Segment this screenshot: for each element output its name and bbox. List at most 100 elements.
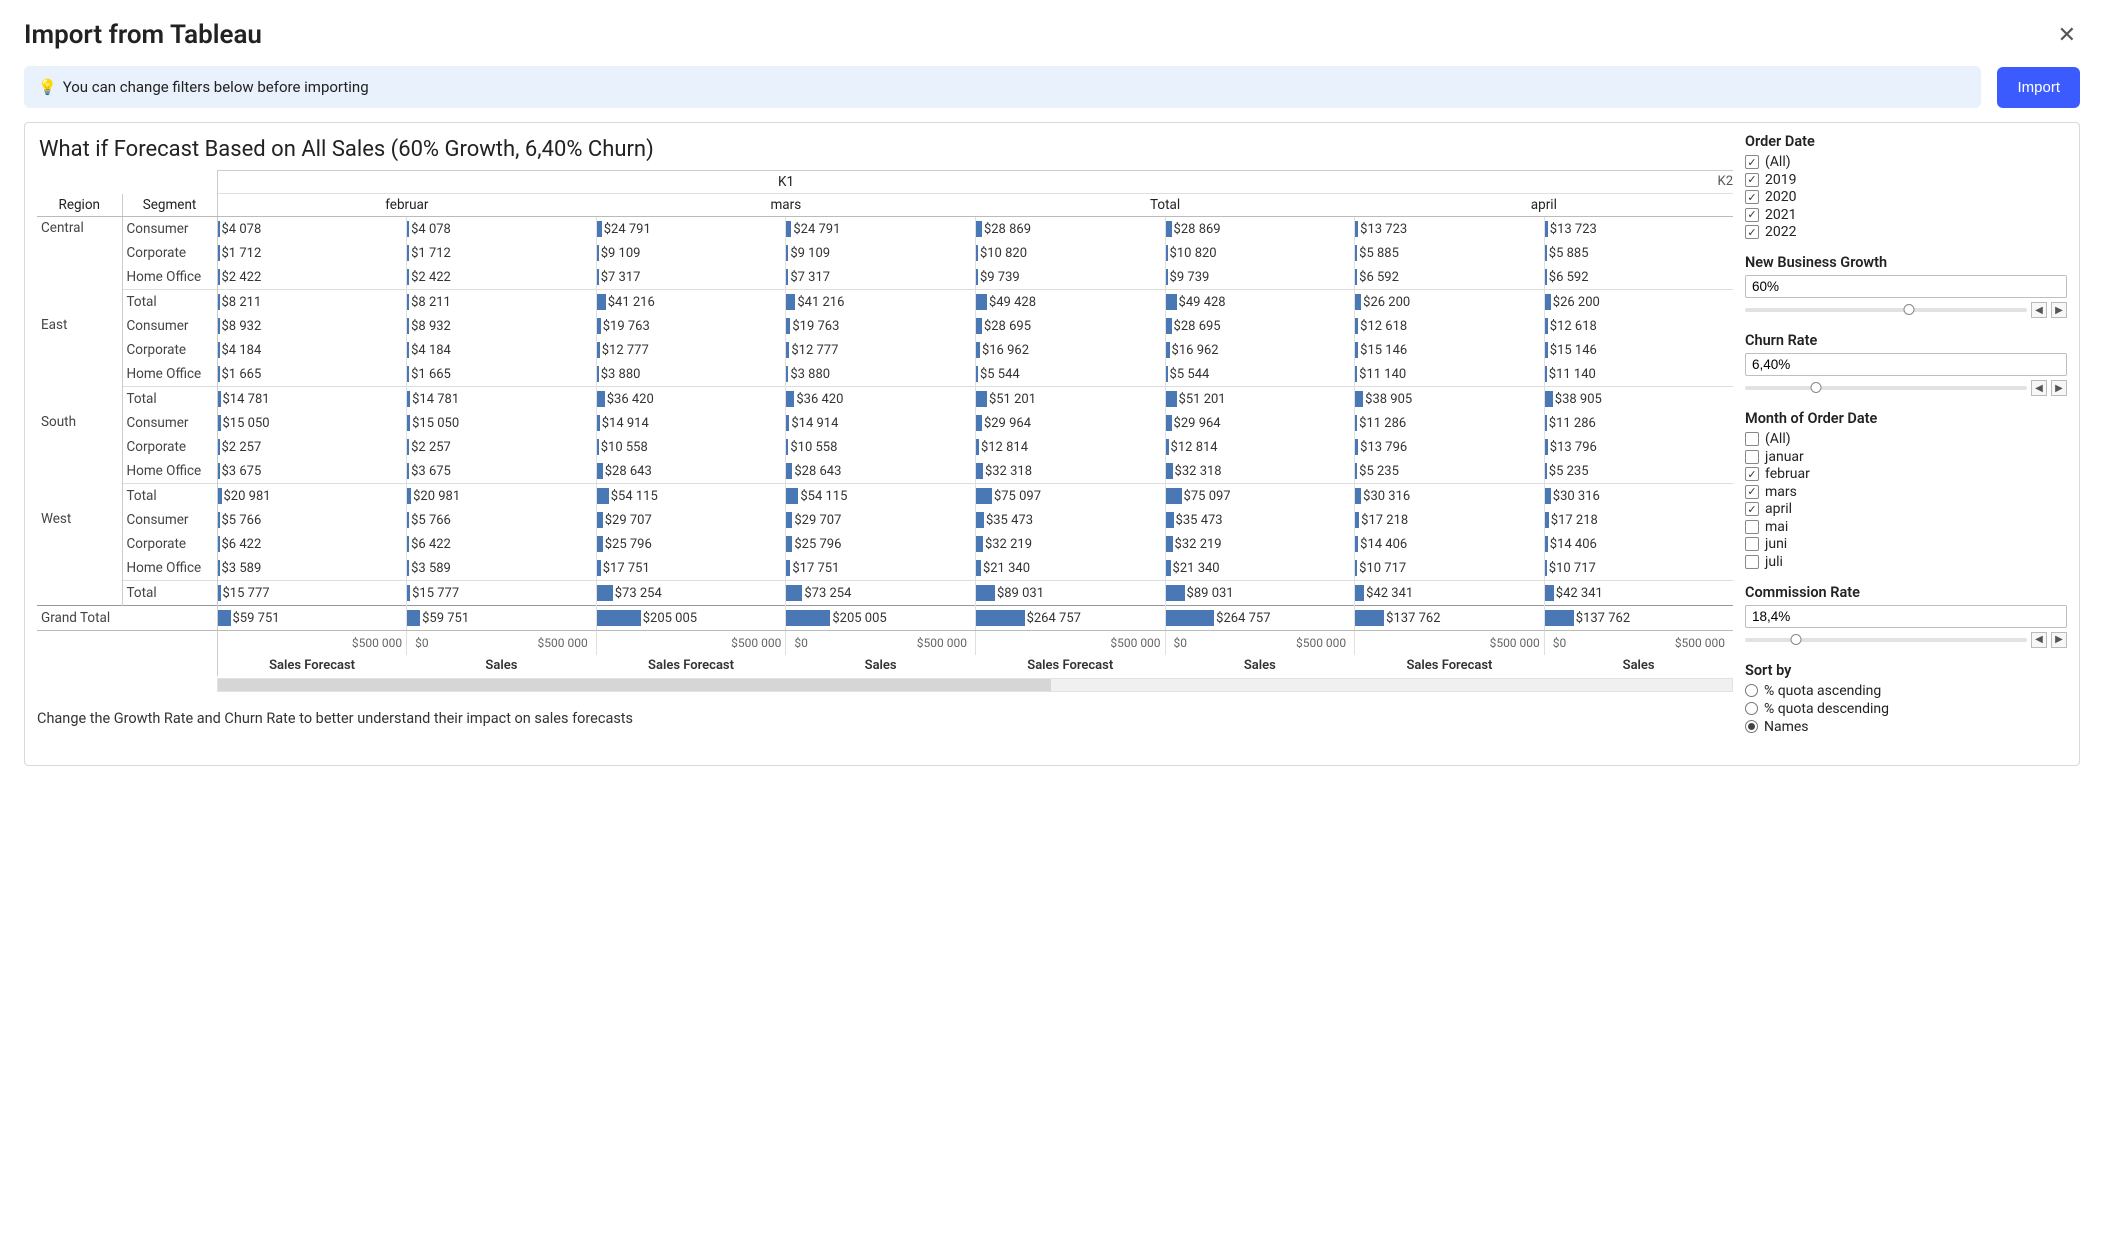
growth-next-button[interactable]: ▶ [2051, 302, 2067, 318]
month-item[interactable]: juni [1745, 536, 2067, 552]
bar-icon [976, 391, 987, 407]
value-cell: $10 558 [596, 435, 786, 459]
close-button[interactable]: ✕ [2054, 18, 2080, 52]
value-cell: $26 200 [1355, 290, 1545, 315]
value-text: $54 115 [798, 489, 847, 504]
value-text: $24 791 [791, 222, 840, 237]
churn-input[interactable] [1745, 353, 2067, 376]
churn-slider[interactable] [1745, 386, 2027, 390]
bar-icon [786, 294, 795, 310]
commission-prev-button[interactable]: ◀ [2031, 632, 2047, 648]
month-item[interactable]: januar [1745, 449, 2067, 465]
month-label: februar [1765, 466, 1810, 482]
table-row: Corporate$2 257$2 257$10 558$10 558$12 8… [37, 435, 1733, 459]
value-cell: $28 869 [1165, 217, 1355, 242]
horizontal-scrollbar[interactable] [217, 678, 1733, 692]
value-text: $73 254 [613, 586, 662, 601]
page-title: Import from Tableau [24, 20, 262, 50]
value-cell: $17 218 [1355, 508, 1545, 532]
value-cell: $35 473 [975, 508, 1165, 532]
month-item[interactable]: (All) [1745, 431, 2067, 447]
value-cell: $11 286 [1355, 411, 1545, 435]
info-text: You can change filters below before impo… [63, 78, 369, 96]
value-text: $89 031 [1185, 586, 1234, 601]
value-cell: $13 796 [1355, 435, 1545, 459]
import-button[interactable]: Import [1997, 67, 2080, 108]
value-cell: $7 317 [596, 265, 786, 290]
commission-next-button[interactable]: ▶ [2051, 632, 2067, 648]
month-item[interactable]: juli [1745, 554, 2067, 570]
value-cell: $6 422 [407, 532, 597, 556]
commission-slider[interactable] [1745, 638, 2027, 642]
month-header: februar [217, 194, 596, 217]
churn-prev-button[interactable]: ◀ [2031, 380, 2047, 396]
segment-cell: Total [122, 290, 217, 315]
bar-icon [976, 610, 1025, 626]
month-label: (All) [1765, 431, 1791, 447]
value-cell: $16 962 [975, 338, 1165, 362]
metric-label: Sales [786, 655, 976, 676]
value-text: $2 422 [409, 270, 451, 285]
value-cell: $5 885 [1544, 241, 1733, 265]
value-text: $5 235 [1357, 464, 1399, 479]
growth-input[interactable] [1745, 275, 2067, 298]
value-cell: $205 005 [596, 606, 786, 631]
segment-cell: Home Office [122, 265, 217, 290]
order-date-item[interactable]: 2019 [1745, 172, 2067, 188]
value-cell: $36 420 [596, 387, 786, 412]
sort-option[interactable]: % quota descending [1745, 701, 2067, 717]
month-item[interactable]: februar [1745, 466, 2067, 482]
value-text: $29 964 [982, 416, 1031, 431]
value-text: $11 286 [1547, 416, 1596, 431]
value-cell: $38 905 [1355, 387, 1545, 412]
order-date-item[interactable]: 2020 [1745, 189, 2067, 205]
checkbox-icon [1745, 450, 1759, 464]
month-item[interactable]: april [1745, 501, 2067, 517]
filter-title-growth: New Business Growth [1745, 254, 2067, 271]
value-cell: $4 078 [217, 217, 407, 242]
value-cell: $15 777 [407, 581, 597, 606]
order-date-item[interactable]: 2021 [1745, 207, 2067, 223]
value-text: $36 420 [794, 392, 843, 407]
grand-total-label: Grand Total [37, 606, 217, 631]
value-text: $12 777 [789, 343, 838, 358]
value-text: $42 341 [1554, 586, 1603, 601]
bar-icon [1166, 585, 1185, 601]
value-cell: $10 820 [975, 241, 1165, 265]
metric-label: Sales [407, 655, 597, 676]
axis-tick: $500 000 [975, 631, 1165, 656]
month-item[interactable]: mai [1745, 519, 2067, 535]
value-text: $5 766 [220, 513, 262, 528]
month-header: april [1355, 194, 1733, 217]
bar-icon [976, 488, 992, 504]
filter-sort: Sort by % quota ascending% quota descend… [1745, 662, 2067, 735]
growth-prev-button[interactable]: ◀ [2031, 302, 2047, 318]
month-item[interactable]: mars [1745, 484, 2067, 500]
value-cell: $19 763 [596, 314, 786, 338]
sort-option[interactable]: Names [1745, 719, 2067, 735]
value-text: $29 707 [792, 513, 841, 528]
growth-slider[interactable] [1745, 308, 2027, 312]
value-text: $6 422 [409, 537, 451, 552]
value-cell: $13 723 [1355, 217, 1545, 242]
value-text: $1 712 [220, 246, 262, 261]
value-text: $5 885 [1547, 246, 1589, 261]
value-text: $41 216 [606, 295, 655, 310]
sort-option[interactable]: % quota ascending [1745, 683, 2067, 699]
value-cell: $10 717 [1544, 556, 1733, 581]
scroll-thumb[interactable] [218, 679, 1051, 691]
commission-input[interactable] [1745, 605, 2067, 628]
order-date-item[interactable]: 2022 [1745, 224, 2067, 240]
value-text: $2 257 [409, 440, 451, 455]
value-text: $14 781 [410, 392, 459, 407]
data-table: K1RegionSegmentfebruarmarsTotalaprilCent… [37, 170, 1733, 676]
value-cell: $51 201 [975, 387, 1165, 412]
value-cell: $28 695 [975, 314, 1165, 338]
churn-next-button[interactable]: ▶ [2051, 380, 2067, 396]
value-cell: $4 184 [407, 338, 597, 362]
metric-label: Sales Forecast [596, 655, 786, 676]
order-date-item[interactable]: (All) [1745, 154, 2067, 170]
value-cell: $5 766 [407, 508, 597, 532]
month-label: januar [1765, 449, 1804, 465]
region-header: Region [37, 194, 122, 217]
